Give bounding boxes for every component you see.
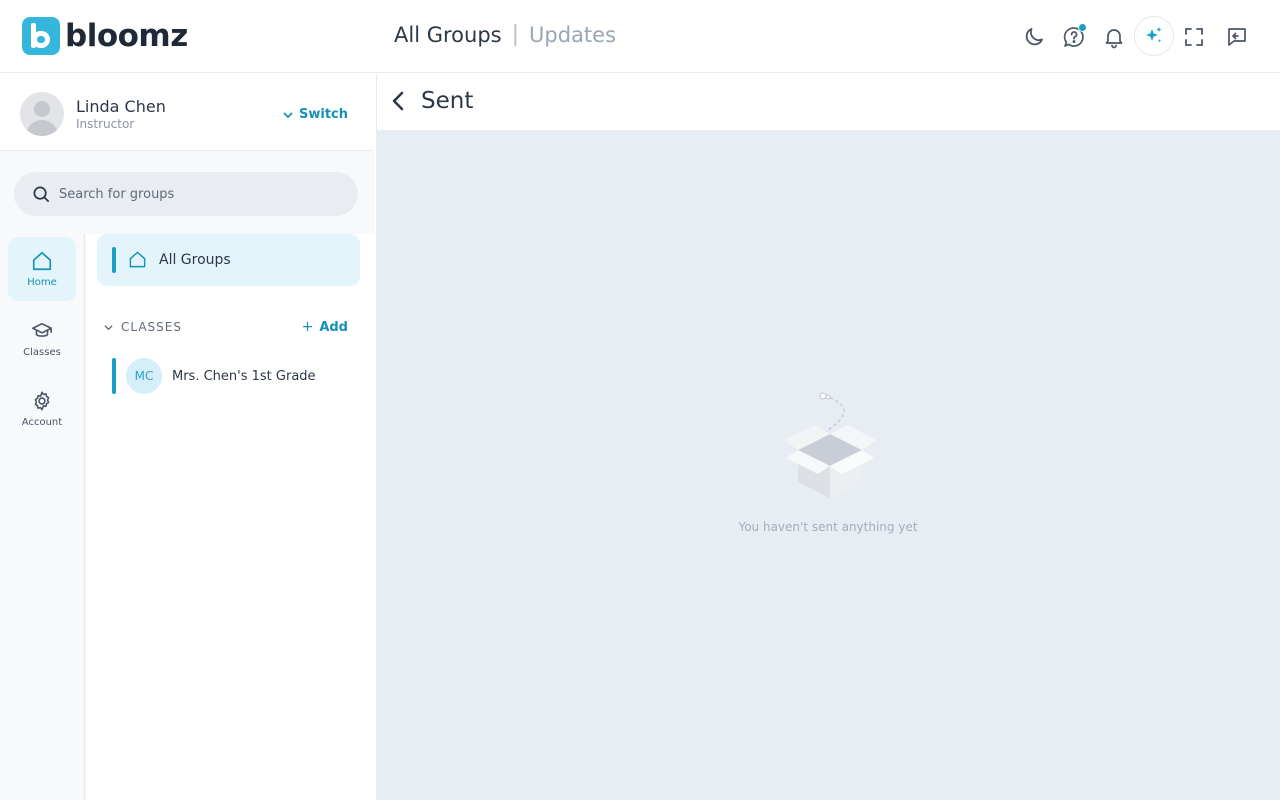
empty-state: You haven't sent anything yet xyxy=(376,390,1280,534)
title-separator: | xyxy=(511,22,520,47)
switch-button[interactable]: Switch xyxy=(282,107,348,122)
add-class-button[interactable]: + Add xyxy=(302,319,348,335)
help-button[interactable] xyxy=(1056,19,1092,55)
bell-icon xyxy=(1105,29,1123,49)
all-groups-label: All Groups xyxy=(159,252,231,268)
main-content: You haven't sent anything yet xyxy=(376,130,1280,800)
back-arrow-icon[interactable] xyxy=(387,88,409,114)
page-title: All Groups | Updates xyxy=(394,22,616,47)
groups-panel: All Groups CLASSES + Add MC Mrs. Chen's … xyxy=(86,234,375,800)
rail-label-classes: Classes xyxy=(23,347,61,358)
sparkle-icon xyxy=(1146,27,1162,43)
classes-title: CLASSES xyxy=(121,320,182,334)
rail-label-account: Account xyxy=(21,417,63,428)
rail-item-classes[interactable]: Classes xyxy=(8,307,76,371)
home-icon xyxy=(129,251,146,268)
class-item[interactable]: MC Mrs. Chen's 1st Grade xyxy=(97,354,360,398)
title-updates[interactable]: Updates xyxy=(529,23,616,47)
search-icon xyxy=(33,186,50,202)
exit-icon xyxy=(1228,28,1246,46)
class-indicator xyxy=(112,358,116,394)
gear-icon xyxy=(34,391,50,411)
class-initials-badge: MC xyxy=(126,358,162,394)
rail-item-home[interactable]: Home xyxy=(8,237,76,301)
home-icon xyxy=(32,251,52,271)
empty-box-icon xyxy=(784,392,876,498)
rail-label-home: Home xyxy=(27,277,57,288)
chevron-down-icon xyxy=(283,112,293,118)
bloomz-logo[interactable]: bloomz xyxy=(22,17,188,55)
graduation-cap-icon xyxy=(32,322,52,337)
avatar[interactable] xyxy=(20,92,64,136)
all-groups-item[interactable]: All Groups xyxy=(97,234,360,286)
main-title: Sent xyxy=(421,88,474,114)
add-label: Add xyxy=(319,319,348,335)
user-role: Instructor xyxy=(76,117,135,131)
switch-label: Switch xyxy=(298,107,348,122)
active-indicator xyxy=(112,247,116,273)
user-name: Linda Chen xyxy=(76,97,166,116)
nav-rail: Home Classes Account xyxy=(0,234,85,800)
notification-dot xyxy=(1078,23,1087,32)
top-bar: bloomz All Groups | Updates xyxy=(0,0,1280,73)
exit-button[interactable] xyxy=(1219,19,1255,55)
empty-message: You haven't sent anything yet xyxy=(738,520,918,534)
ai-assistant-button[interactable] xyxy=(1134,16,1174,56)
plus-icon: + xyxy=(301,319,314,335)
search-box[interactable] xyxy=(14,172,358,216)
fullscreen-button[interactable] xyxy=(1176,19,1212,55)
moon-icon xyxy=(1025,28,1043,46)
main-header: Sent xyxy=(376,74,1280,130)
user-panel: Linda Chen Instructor Switch xyxy=(0,74,373,151)
title-all-groups[interactable]: All Groups xyxy=(394,23,502,47)
fullscreen-icon xyxy=(1185,28,1203,46)
classes-section-header: CLASSES + Add xyxy=(103,319,348,335)
search-input[interactable] xyxy=(59,186,339,202)
logo-mark-icon xyxy=(22,17,60,55)
notifications-button[interactable] xyxy=(1096,19,1132,55)
chevron-down-icon[interactable] xyxy=(103,322,114,333)
dark-mode-button[interactable] xyxy=(1016,19,1052,55)
logo-text: bloomz xyxy=(65,18,188,54)
rail-item-account[interactable]: Account xyxy=(8,377,76,441)
class-name: Mrs. Chen's 1st Grade xyxy=(172,369,316,384)
